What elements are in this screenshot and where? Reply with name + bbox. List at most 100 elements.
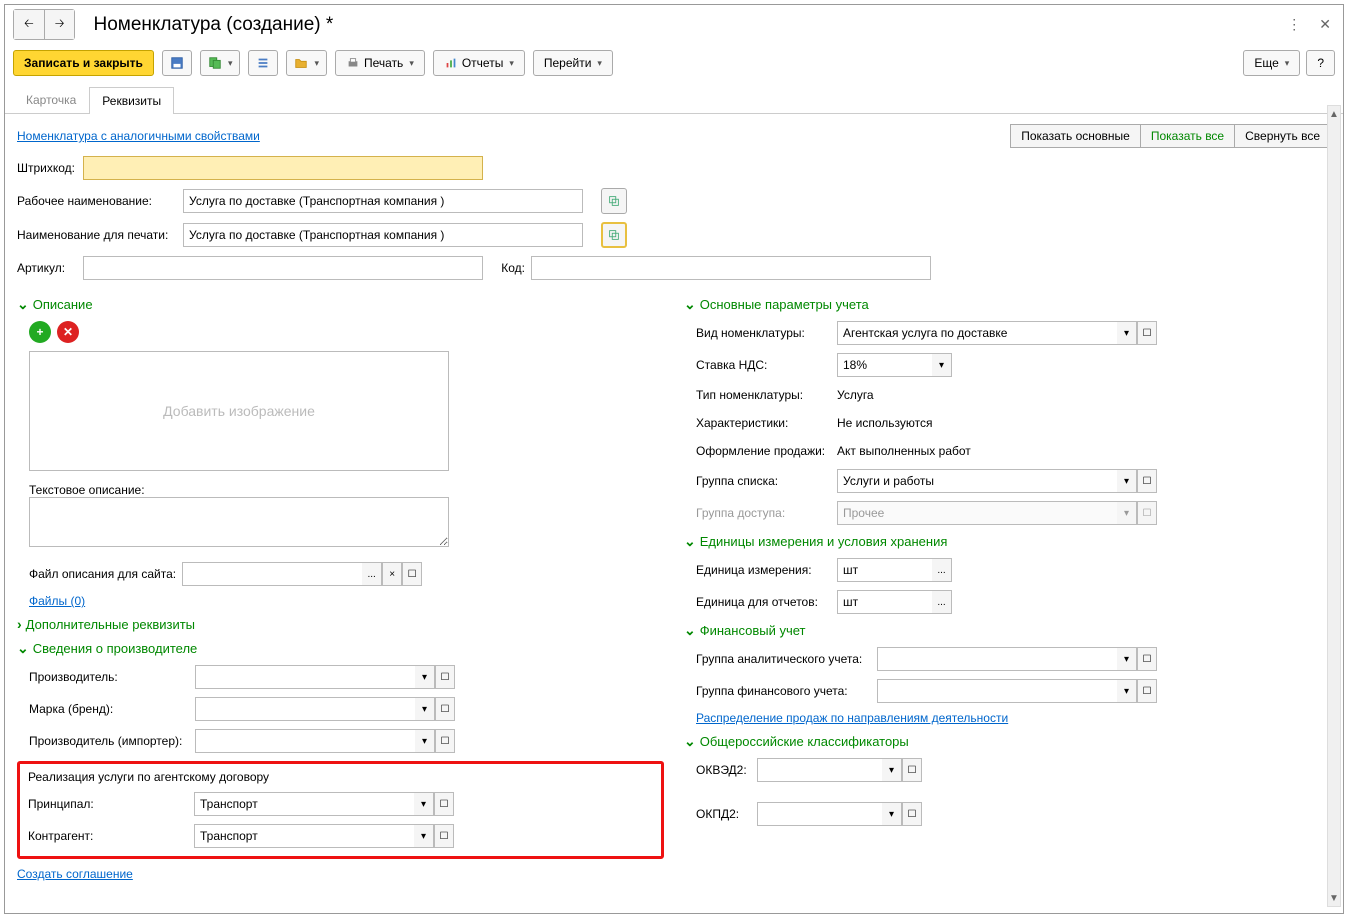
type-value: Услуга (837, 385, 874, 405)
unit-browse[interactable]: ... (932, 558, 952, 582)
article-input[interactable] (83, 256, 483, 280)
brand-dd[interactable]: ▾ (415, 697, 435, 721)
help-button[interactable]: ? (1306, 50, 1335, 76)
scroll-down[interactable]: ▼ (1328, 890, 1340, 906)
principal-dd[interactable]: ▾ (414, 792, 434, 816)
copy-name-button[interactable] (601, 188, 627, 214)
vat-dd[interactable]: ▾ (932, 353, 952, 377)
list-group-dd[interactable]: ▾ (1117, 469, 1137, 493)
add-image-button[interactable]: + (29, 321, 51, 343)
fingroup-input[interactable] (877, 679, 1117, 703)
section-classifiers[interactable]: Общероссийские классификаторы (684, 733, 1331, 750)
close-icon[interactable]: ✕ (1315, 14, 1335, 35)
show-all-button[interactable]: Показать все (1140, 124, 1235, 148)
nav-back-button[interactable]: 🡠 (14, 10, 45, 39)
article-label: Артикул: (17, 261, 77, 275)
list-group-open[interactable]: ☐ (1137, 469, 1157, 493)
importer-open[interactable]: ☐ (435, 729, 455, 753)
okved-input[interactable] (757, 758, 882, 782)
section-description[interactable]: Описание (17, 296, 664, 313)
brand-label: Марка (бренд): (29, 702, 189, 716)
collapse-all-button[interactable]: Свернуть все (1234, 124, 1331, 148)
more-button[interactable]: Еще▾ (1243, 50, 1300, 76)
site-file-clear[interactable]: × (382, 562, 402, 586)
copy-button[interactable]: ▾ (200, 50, 241, 76)
brand-input[interactable] (195, 697, 415, 721)
section-main-params[interactable]: Основные параметры учета (684, 296, 1331, 313)
report-unit-input[interactable] (837, 590, 932, 614)
list-group-input[interactable] (837, 469, 1117, 493)
counterparty-dd[interactable]: ▾ (414, 824, 434, 848)
access-group-open: ☐ (1137, 501, 1157, 525)
brand-open[interactable]: ☐ (435, 697, 455, 721)
principal-open[interactable]: ☐ (434, 792, 454, 816)
work-name-input[interactable] (183, 189, 583, 213)
analytic-open[interactable]: ☐ (1137, 647, 1157, 671)
show-main-button[interactable]: Показать основные (1010, 124, 1141, 148)
fingroup-open[interactable]: ☐ (1137, 679, 1157, 703)
distribution-link[interactable]: Распределение продаж по направлениям дея… (696, 711, 1008, 725)
analytic-input[interactable] (877, 647, 1117, 671)
fingroup-dd[interactable]: ▾ (1117, 679, 1137, 703)
list-button[interactable] (248, 50, 278, 76)
vat-input[interactable] (837, 353, 932, 377)
importer-label: Производитель (импортер): (29, 734, 189, 748)
save-button[interactable] (162, 50, 192, 76)
principal-input[interactable] (194, 792, 414, 816)
menu-icon[interactable]: ⋮ (1283, 14, 1305, 35)
reports-button[interactable]: Отчеты▾ (433, 50, 525, 76)
section-units[interactable]: Единицы измерения и условия хранения (684, 533, 1331, 550)
okpd-dd[interactable]: ▾ (882, 802, 902, 826)
tab-props[interactable]: Реквизиты (89, 87, 174, 114)
print-name-input[interactable] (183, 223, 583, 247)
producer-input[interactable] (195, 665, 415, 689)
kind-input[interactable] (837, 321, 1117, 345)
image-placeholder[interactable]: Добавить изображение (29, 351, 449, 471)
site-file-browse[interactable]: ... (362, 562, 382, 586)
unit-input[interactable] (837, 558, 932, 582)
section-finance[interactable]: Финансовый учет (684, 622, 1331, 639)
text-desc-input[interactable] (29, 497, 449, 547)
principal-label: Принципал: (28, 797, 188, 811)
copy-print-name-button[interactable] (601, 222, 627, 248)
access-group-label: Группа доступа: (696, 506, 831, 520)
producer-dd[interactable]: ▾ (415, 665, 435, 689)
create-agreement-link[interactable]: Создать соглашение (17, 867, 133, 881)
print-name-label: Наименование для печати: (17, 228, 177, 242)
print-button[interactable]: Печать▾ (335, 50, 425, 76)
kind-open[interactable]: ☐ (1137, 321, 1157, 345)
importer-input[interactable] (195, 729, 415, 753)
nav-forward-button[interactable]: 🡢 (45, 10, 75, 39)
counterparty-label: Контрагент: (28, 829, 188, 843)
okved-dd[interactable]: ▾ (882, 758, 902, 782)
remove-image-button[interactable]: ✕ (57, 321, 79, 343)
code-input[interactable] (531, 256, 931, 280)
counterparty-open[interactable]: ☐ (434, 824, 454, 848)
analytic-dd[interactable]: ▾ (1117, 647, 1137, 671)
site-file-input[interactable] (182, 562, 362, 586)
site-file-open[interactable]: ☐ (402, 562, 422, 586)
fingroup-label: Группа финансового учета: (696, 684, 871, 698)
goto-button[interactable]: Перейти▾ (533, 50, 613, 76)
agency-title: Реализация услуги по агентскому договору (28, 770, 653, 784)
scroll-up[interactable]: ▲ (1328, 106, 1340, 122)
okved-open[interactable]: ☐ (902, 758, 922, 782)
okpd-open[interactable]: ☐ (902, 802, 922, 826)
files-link[interactable]: Файлы (0) (29, 594, 85, 608)
similar-link[interactable]: Номенклатура с аналогичными свойствами (17, 129, 260, 143)
scrollbar[interactable]: ▲ ▼ (1327, 105, 1341, 907)
producer-open[interactable]: ☐ (435, 665, 455, 689)
okpd-input[interactable] (757, 802, 882, 826)
barcode-input[interactable] (83, 156, 483, 180)
section-manufacturer[interactable]: Сведения о производителе (17, 640, 664, 657)
tab-card[interactable]: Карточка (13, 86, 89, 113)
folder-button[interactable]: ▾ (286, 50, 327, 76)
importer-dd[interactable]: ▾ (415, 729, 435, 753)
save-close-button[interactable]: Записать и закрыть (13, 50, 154, 76)
text-desc-label: Текстовое описание: (29, 483, 664, 497)
section-extra[interactable]: Дополнительные реквизиты (17, 616, 664, 632)
report-unit-browse[interactable]: ... (932, 590, 952, 614)
site-file-label: Файл описания для сайта: (29, 567, 176, 581)
kind-dd[interactable]: ▾ (1117, 321, 1137, 345)
counterparty-input[interactable] (194, 824, 414, 848)
